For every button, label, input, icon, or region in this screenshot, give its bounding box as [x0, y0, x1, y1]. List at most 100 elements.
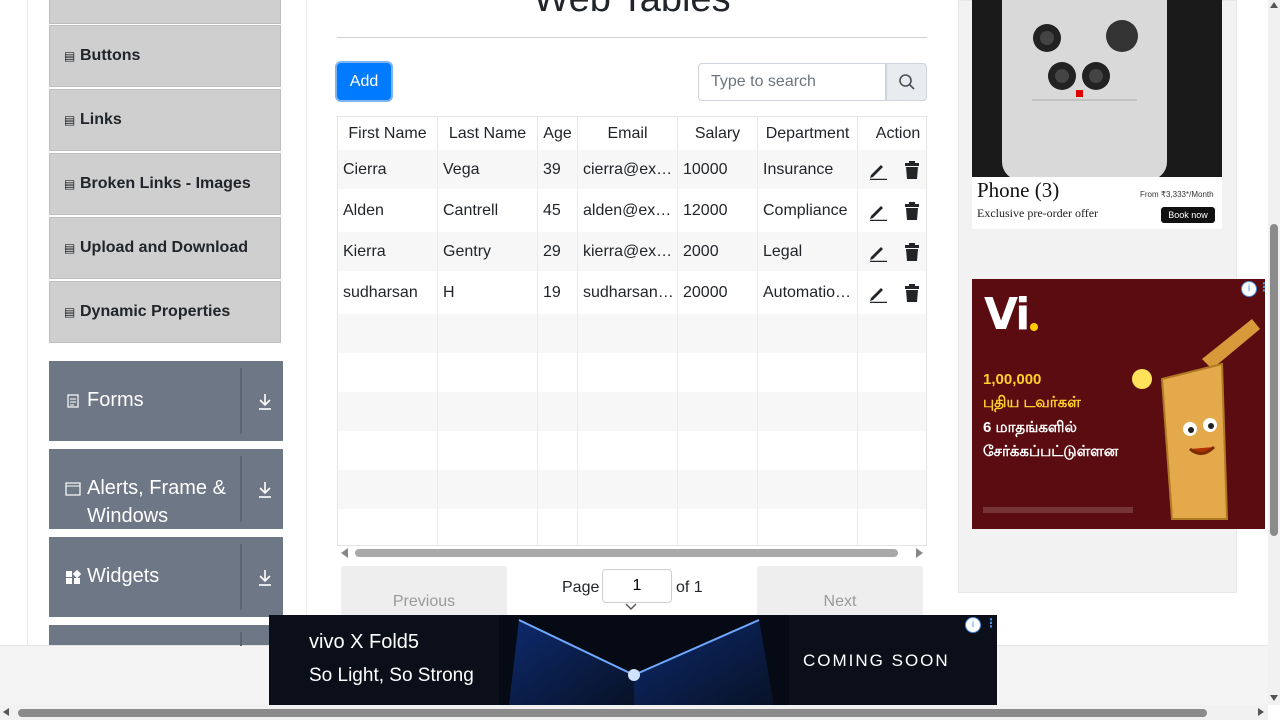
ad-menu-icon[interactable]: ⋮ [985, 616, 997, 630]
chevron-down-icon[interactable] [625, 603, 637, 611]
divider [240, 368, 242, 434]
tower-mascot-image [1132, 319, 1260, 520]
download-icon[interactable] [257, 569, 273, 587]
ad-fine-print [983, 507, 1133, 513]
logo-dot [1030, 323, 1038, 331]
cell-age: 45 [538, 191, 578, 230]
cell-age: 19 [538, 273, 578, 312]
sidebar-item-label: Buttons [80, 47, 141, 64]
cell-action [858, 150, 926, 189]
sidebar-item-label: Links [80, 111, 122, 128]
book-icon: ▤ [64, 305, 76, 319]
next-button[interactable]: Next [757, 566, 923, 616]
cell-salary: 2000 [678, 232, 758, 271]
cell-email: cierra@ex… [578, 150, 678, 189]
vivo-ad-tagline: So Light, So Strong [309, 665, 474, 686]
cell-last-name: Cantrell [438, 191, 538, 230]
column-divider [437, 153, 438, 545]
trash-icon[interactable] [904, 283, 920, 302]
sidebar-group-label: Forms [87, 389, 144, 411]
cell-action [858, 191, 926, 230]
column-header-department[interactable]: Department [758, 117, 858, 151]
page-vertical-scrollbar[interactable] [1268, 0, 1280, 705]
cell-first-name: Cierra [338, 150, 438, 189]
cell-last-name: H [438, 273, 538, 312]
divider [240, 456, 242, 522]
pencil-icon[interactable] [868, 201, 888, 221]
cell-last-name: Vega [438, 150, 538, 189]
cell-email: alden@ex… [578, 191, 678, 230]
trash-icon[interactable] [904, 160, 920, 179]
scroll-left-icon[interactable] [3, 708, 9, 716]
sidebar-item[interactable] [49, 0, 281, 24]
trash-icon[interactable] [904, 201, 920, 220]
ad-line: 6 மாதங்களில் [983, 419, 1077, 436]
ad-info-icon[interactable]: i [1241, 281, 1257, 297]
search-icon [898, 74, 915, 90]
search-input[interactable] [698, 63, 886, 101]
vivo-ad[interactable]: vivo X Fold5 So Light, So Strong COMING … [269, 615, 997, 705]
phone-ad-subtitle: Exclusive pre-order offer [977, 206, 1099, 220]
phone-ad[interactable]: Phone (3) From ₹3,333*/Month Exclusive p… [972, 0, 1222, 229]
folding-phone-image [499, 615, 789, 705]
sidebar-group-widgets[interactable]: Widgets [49, 537, 283, 617]
divider [27, 0, 28, 645]
download-icon[interactable] [257, 393, 273, 411]
scrollbar-thumb[interactable] [1270, 224, 1278, 536]
scroll-left-icon[interactable] [341, 548, 349, 558]
sidebar-item-dynamic-properties[interactable]: ▤ Dynamic Properties [49, 281, 281, 343]
pencil-icon[interactable] [868, 283, 888, 303]
table-horizontal-scrollbar[interactable] [337, 545, 927, 561]
vivo-ad-coming-soon: COMING SOON [803, 651, 950, 670]
table-row-empty [338, 509, 926, 545]
page: ▤ Buttons ▤ Links ▤ Broken Links - Image… [0, 0, 1280, 720]
sidebar-group-forms[interactable]: Forms [49, 361, 283, 441]
divider [306, 0, 307, 645]
sidebar-group[interactable] [49, 625, 283, 646]
cell-email: kierra@ex… [578, 232, 678, 271]
vi-ad[interactable]: Vi 1,00,000 புதிய டவர்கள் 6 மாதங்களில் ச… [972, 279, 1265, 529]
table-row-empty [338, 392, 926, 431]
widgets-icon [66, 569, 81, 584]
book-now-button[interactable]: Book now [1161, 207, 1215, 223]
table-row: Kierra Gentry 29 kierra@ex… 2000 Legal [338, 232, 926, 271]
pencil-icon[interactable] [868, 160, 888, 180]
column-divider [757, 153, 758, 545]
scrollbar-thumb[interactable] [18, 709, 1207, 717]
table-row: Alden Cantrell 45 alden@ex… 12000 Compli… [338, 191, 926, 230]
book-icon: ▤ [64, 241, 76, 255]
sidebar-item-links[interactable]: ▤ Links [49, 89, 281, 151]
download-icon[interactable] [257, 481, 273, 499]
add-button[interactable]: Add [337, 63, 391, 100]
book-icon: ▤ [64, 113, 76, 127]
page-horizontal-scrollbar[interactable] [0, 705, 1268, 720]
web-table: First Name Last Name Age Email Salary De… [337, 116, 927, 546]
column-header-age[interactable]: Age [538, 117, 578, 151]
column-divider [857, 153, 858, 545]
column-header-email[interactable]: Email [578, 117, 678, 151]
sidebar-group-alerts[interactable]: Alerts, Frame & Windows [49, 449, 283, 529]
column-header-first-name[interactable]: First Name [338, 117, 438, 151]
divider [337, 37, 927, 38]
trash-icon[interactable] [904, 242, 920, 261]
previous-button[interactable]: Previous [341, 566, 507, 616]
column-divider [537, 153, 538, 545]
search-button[interactable] [886, 63, 927, 101]
divider [240, 632, 242, 646]
scroll-right-icon[interactable] [915, 548, 923, 558]
sidebar-group-label: Alerts, Frame & Windows [87, 477, 226, 527]
sidebar-item-upload-download[interactable]: ▤ Upload and Download [49, 217, 281, 279]
scroll-up-icon[interactable] [1270, 2, 1278, 8]
page-number-input[interactable] [602, 569, 672, 603]
scroll-right-icon[interactable] [1258, 708, 1264, 716]
pencil-icon[interactable] [868, 242, 888, 262]
sidebar-item-buttons[interactable]: ▤ Buttons [49, 25, 281, 87]
column-header-last-name[interactable]: Last Name [438, 117, 538, 151]
ad-info-icon[interactable]: i [965, 617, 981, 633]
sidebar-item-broken-links[interactable]: ▤ Broken Links - Images [49, 153, 281, 215]
column-header-salary[interactable]: Salary [678, 117, 758, 151]
scrollbar-thumb[interactable] [355, 549, 898, 557]
book-icon: ▤ [64, 49, 76, 63]
table-row: sudharsan H 19 sudharsan… 20000 Automati… [338, 273, 926, 312]
scroll-down-icon[interactable] [1270, 695, 1278, 701]
